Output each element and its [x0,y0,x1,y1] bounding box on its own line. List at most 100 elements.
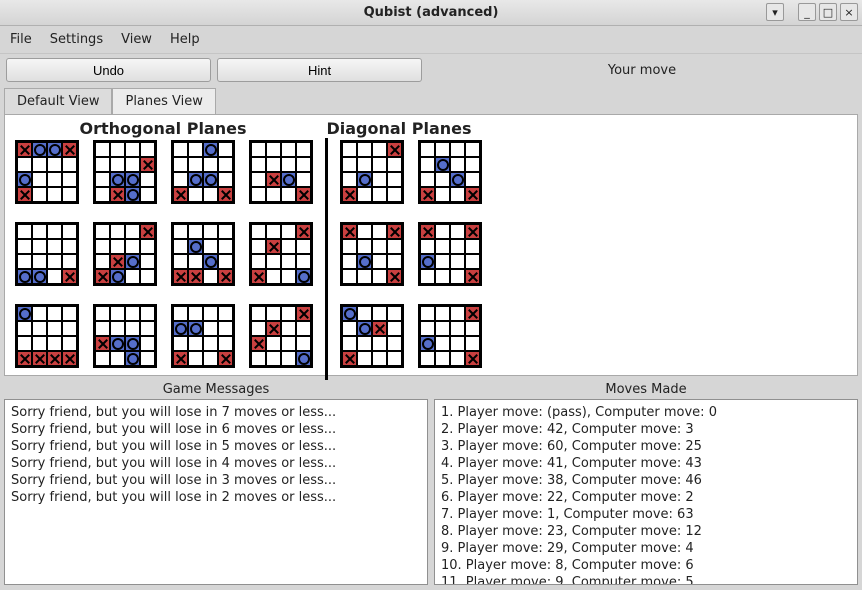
game-board[interactable] [418,140,482,204]
board-cell[interactable] [465,254,480,269]
board-cell[interactable] [435,224,450,239]
hint-button[interactable]: Hint [217,58,422,82]
board-cell[interactable] [218,187,233,202]
board-cell[interactable] [420,336,435,351]
board-cell[interactable] [173,336,188,351]
board-cell[interactable] [203,142,218,157]
board-cell[interactable] [435,142,450,157]
game-board[interactable] [249,222,313,286]
board-cell[interactable] [125,306,140,321]
board-cell[interactable] [465,269,480,284]
board-cell[interactable] [435,157,450,172]
board-cell[interactable] [32,321,47,336]
board-cell[interactable] [188,187,203,202]
board-cell[interactable] [387,351,402,366]
board-cell[interactable] [188,172,203,187]
board-cell[interactable] [296,157,311,172]
game-board[interactable] [418,222,482,286]
board-cell[interactable] [266,254,281,269]
board-cell[interactable] [110,254,125,269]
board-cell[interactable] [125,172,140,187]
board-cell[interactable] [47,172,62,187]
board-cell[interactable] [435,172,450,187]
board-cell[interactable] [188,239,203,254]
board-cell[interactable] [420,254,435,269]
board-cell[interactable] [450,306,465,321]
board-cell[interactable] [110,157,125,172]
board-cell[interactable] [32,336,47,351]
board-cell[interactable] [32,269,47,284]
game-board[interactable] [171,304,235,368]
board-cell[interactable] [95,269,110,284]
board-cell[interactable] [125,239,140,254]
board-cell[interactable] [420,351,435,366]
game-board[interactable] [340,222,404,286]
board-cell[interactable] [251,142,266,157]
board-cell[interactable] [296,254,311,269]
board-cell[interactable] [95,351,110,366]
board-cell[interactable] [110,239,125,254]
game-board[interactable] [93,304,157,368]
board-cell[interactable] [203,224,218,239]
board-cell[interactable] [266,157,281,172]
board-cell[interactable] [62,351,77,366]
board-cell[interactable] [62,321,77,336]
board-cell[interactable] [387,321,402,336]
board-cell[interactable] [296,224,311,239]
board-cell[interactable] [47,157,62,172]
board-cell[interactable] [342,351,357,366]
board-cell[interactable] [188,336,203,351]
board-cell[interactable] [32,224,47,239]
board-cell[interactable] [465,142,480,157]
board-cell[interactable] [110,351,125,366]
board-cell[interactable] [203,321,218,336]
board-cell[interactable] [387,239,402,254]
board-cell[interactable] [140,269,155,284]
board-cell[interactable] [296,239,311,254]
board-cell[interactable] [372,336,387,351]
game-board[interactable] [15,222,79,286]
board-cell[interactable] [420,321,435,336]
board-cell[interactable] [465,336,480,351]
menu-view[interactable]: View [121,32,152,47]
board-cell[interactable] [47,306,62,321]
board-cell[interactable] [420,172,435,187]
board-cell[interactable] [281,321,296,336]
board-cell[interactable] [387,172,402,187]
board-cell[interactable] [125,351,140,366]
board-cell[interactable] [372,224,387,239]
board-cell[interactable] [17,187,32,202]
board-cell[interactable] [62,157,77,172]
board-cell[interactable] [450,142,465,157]
board-cell[interactable] [218,239,233,254]
board-cell[interactable] [296,351,311,366]
board-cell[interactable] [140,321,155,336]
board-cell[interactable] [465,351,480,366]
board-cell[interactable] [251,254,266,269]
board-cell[interactable] [218,269,233,284]
board-cell[interactable] [281,172,296,187]
board-cell[interactable] [62,254,77,269]
board-cell[interactable] [420,269,435,284]
board-cell[interactable] [188,269,203,284]
undo-button[interactable]: Undo [6,58,211,82]
board-cell[interactable] [62,306,77,321]
game-messages-body[interactable]: Sorry friend, but you will lose in 7 mov… [4,399,428,585]
board-cell[interactable] [266,321,281,336]
board-cell[interactable] [372,187,387,202]
board-cell[interactable] [387,157,402,172]
board-cell[interactable] [140,351,155,366]
board-cell[interactable] [342,224,357,239]
board-cell[interactable] [342,157,357,172]
board-cell[interactable] [173,306,188,321]
board-cell[interactable] [266,224,281,239]
board-cell[interactable] [47,351,62,366]
board-cell[interactable] [266,336,281,351]
board-cell[interactable] [110,336,125,351]
board-cell[interactable] [95,142,110,157]
board-cell[interactable] [266,306,281,321]
board-cell[interactable] [450,239,465,254]
board-cell[interactable] [62,172,77,187]
board-cell[interactable] [465,187,480,202]
board-cell[interactable] [140,254,155,269]
